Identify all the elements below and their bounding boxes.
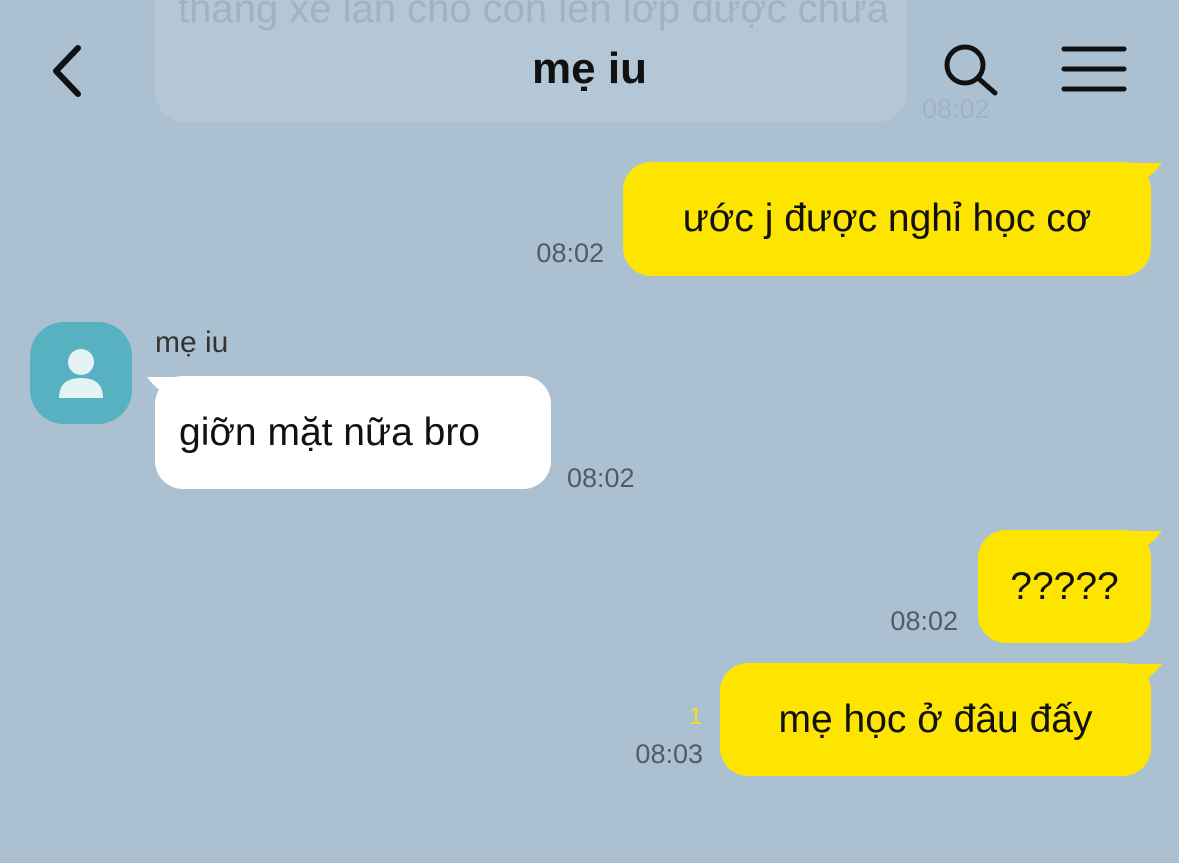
message-text: mẹ học ở đâu đấy: [778, 697, 1093, 741]
message-text: ước j được nghỉ học cơ: [682, 197, 1092, 240]
message-time: 08:03: [635, 739, 703, 769]
message-bubble-me[interactable]: ước j được nghỉ học cơ: [623, 162, 1151, 276]
message-bubble-me[interactable]: ?????: [978, 530, 1151, 643]
menu-button[interactable]: [1058, 40, 1130, 98]
hamburger-menu-icon: [1061, 46, 1127, 92]
scrolled-message-time: 08:02: [922, 94, 990, 124]
scrolled-message-text: thằng xe lăn cho con lên lớp được chưa: [178, 0, 889, 31]
message-text: ?????: [1010, 564, 1119, 608]
unread-count: 1: [689, 703, 703, 730]
sender-name: mẹ iu: [155, 326, 229, 359]
user-icon: [59, 349, 103, 398]
message-bubble-me[interactable]: mẹ học ở đâu đấy: [720, 663, 1151, 776]
message-bubble-them[interactable]: giỡn mặt nữa bro: [155, 376, 551, 489]
message-text: giỡn mặt nữa bro: [179, 410, 480, 454]
message-time: 08:02: [567, 463, 635, 493]
search-icon: [944, 44, 998, 96]
chat-title: mẹ iu: [532, 44, 647, 93]
search-button[interactable]: [940, 40, 1002, 98]
avatar[interactable]: [30, 322, 132, 424]
message-time: 08:02: [890, 606, 958, 636]
message-time: 08:02: [536, 238, 604, 268]
